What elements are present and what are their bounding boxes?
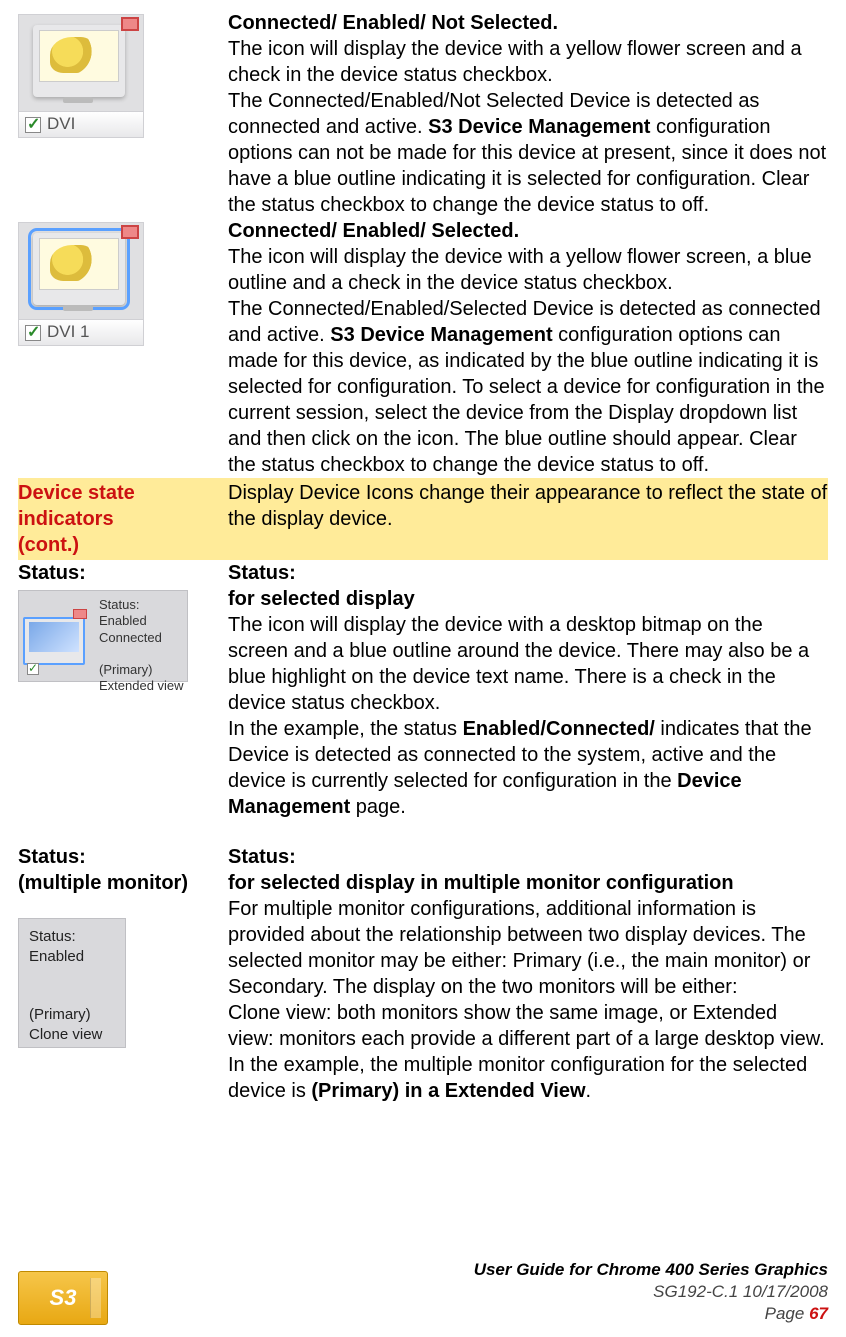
checkbox-icon <box>27 663 39 675</box>
status1-heading: Status: <box>228 562 296 584</box>
status-row-multi: Status: (multiple monitor) Status: Enabl… <box>18 844 828 1104</box>
logo-text: S3 <box>50 1284 77 1313</box>
row-selected-left: DVI 1 <box>18 218 228 346</box>
yellow-right: Display Device Icons change their appear… <box>228 482 827 530</box>
status1-p2a: In the example, the status <box>228 718 463 740</box>
status2-right: Status: for selected display in multiple… <box>228 844 828 1104</box>
status-left: Status: Status: Enabled Connected (Prima… <box>18 560 228 682</box>
section-header-right: Display Device Icons change their appear… <box>228 480 828 532</box>
status-image-single: Status: Enabled Connected (Primary) Exte… <box>18 590 188 682</box>
device-icon-not-selected: DVI <box>18 14 144 138</box>
status1-right: Status: for selected display The icon wi… <box>228 560 828 820</box>
badge-icon <box>121 17 139 31</box>
status2-bold: (Primary) in a Extended View <box>311 1080 585 1102</box>
status2-p2c: . <box>586 1080 592 1102</box>
footer-page-num: 67 <box>809 1304 828 1323</box>
yellow-l2: indicators <box>18 508 114 530</box>
icon-label: DVI 1 <box>47 321 90 343</box>
status2-sub: for selected display in multiple monitor… <box>228 872 734 894</box>
badge-icon <box>73 609 87 619</box>
row-selected-text: Connected/ Enabled/ Selected. The icon w… <box>228 218 828 478</box>
checkbox-icon <box>25 117 41 133</box>
row-not-selected-text: Connected/ Enabled/ Not Selected. The ic… <box>228 10 828 218</box>
mini-monitor-icon <box>23 617 85 665</box>
icon-caption: DVI <box>19 111 143 137</box>
status1-p2c: page. <box>350 796 406 818</box>
status1-left-heading: Status: <box>18 562 86 584</box>
status-row-single: Status: Status: Enabled Connected (Prima… <box>18 560 828 820</box>
row2-p1: The icon will display the device with a … <box>228 246 812 294</box>
section-header: Device state indicators (cont.) Display … <box>18 478 828 560</box>
badge-icon <box>121 225 139 239</box>
monitor-icon <box>33 233 125 305</box>
row2-bold: S3 Device Management <box>330 324 552 346</box>
row-not-selected: DVI Connected/ Enabled/ Not Selected. Th… <box>18 10 828 218</box>
footer-text: User Guide for Chrome 400 Series Graphic… <box>474 1259 828 1325</box>
status1-p1: The icon will display the device with a … <box>228 614 809 714</box>
status1-sub: for selected display <box>228 588 415 610</box>
status-image-multi: Status: Enabled (Primary) Clone view <box>18 918 126 1048</box>
device-icon-selected: DVI 1 <box>18 222 144 346</box>
checkbox-icon <box>25 325 41 341</box>
row2-heading: Connected/ Enabled/ Selected. <box>228 220 519 242</box>
footer-page-label: Page <box>765 1304 809 1323</box>
row2-p2b: configuration options can made for this … <box>228 324 825 476</box>
footer-doc: SG192-C.1 10/17/2008 <box>653 1282 828 1301</box>
status2-left-l2: (multiple monitor) <box>18 872 188 894</box>
yellow-l3: (cont.) <box>18 534 79 556</box>
status2-p1: For multiple monitor configurations, add… <box>228 898 810 998</box>
page-footer: S3 User Guide for Chrome 400 Series Grap… <box>18 1259 828 1325</box>
status-image-text: Status: Enabled Connected (Primary) Exte… <box>99 597 184 695</box>
yellow-l1: Device state <box>18 482 135 504</box>
row-selected: DVI 1 Connected/ Enabled/ Selected. The … <box>18 218 828 478</box>
row1-p1a: The icon will display the device with a … <box>228 38 802 86</box>
status1-bold1: Enabled/Connected/ <box>463 718 655 740</box>
status2-left: Status: (multiple monitor) Status: Enabl… <box>18 844 228 1048</box>
monitor-icon <box>33 25 125 97</box>
icon-caption: DVI 1 <box>19 319 143 345</box>
status2-image-text: Status: Enabled (Primary) Clone view <box>29 927 102 1044</box>
row-not-selected-left: DVI <box>18 10 228 138</box>
section-header-left: Device state indicators (cont.) <box>18 480 228 558</box>
s3-logo: S3 <box>18 1271 108 1325</box>
row1-heading: Connected/ Enabled/ Not Selected. <box>228 12 558 34</box>
row1-bold: S3 Device Management <box>428 116 650 138</box>
status2-left-l1: Status: <box>18 846 86 868</box>
status2-heading: Status: <box>228 846 296 868</box>
footer-title: User Guide for Chrome 400 Series Graphic… <box>474 1260 828 1279</box>
icon-label: DVI <box>47 113 75 135</box>
